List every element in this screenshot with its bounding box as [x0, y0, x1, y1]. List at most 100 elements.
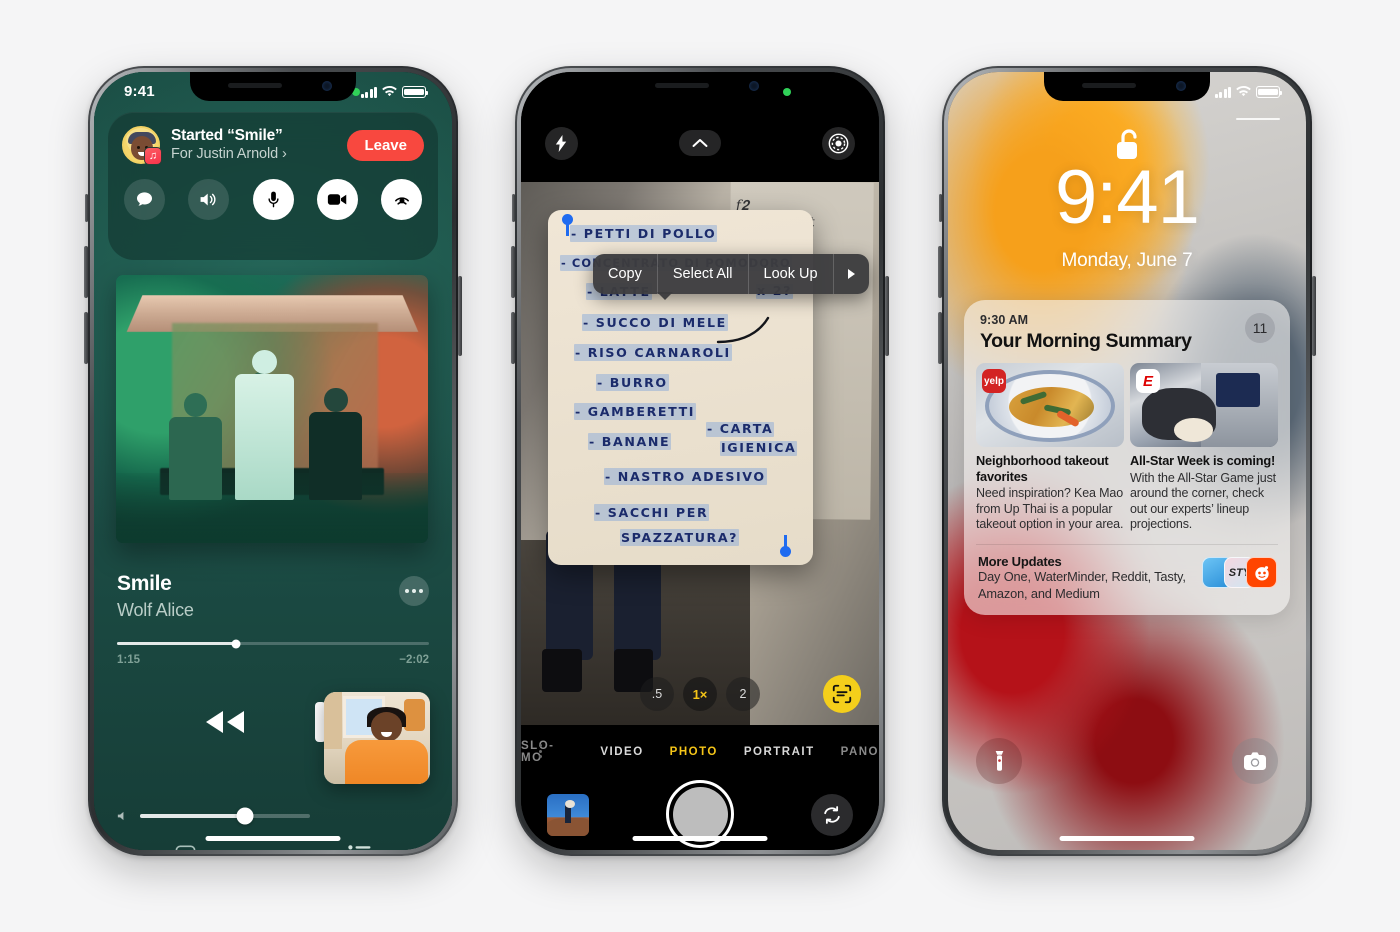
band-member-4: [309, 387, 363, 501]
camera-icon[interactable]: [1232, 738, 1278, 784]
airplay-icon[interactable]: [260, 842, 284, 850]
phone-music-shareplay: 9:41 ♫ Started “Smile” For Justin Arnold…: [84, 66, 462, 856]
shareplay-title: Started “Smile”: [171, 127, 283, 144]
text-context-menu: Copy Select All Look Up: [593, 254, 869, 294]
mute-switch[interactable]: [85, 194, 88, 222]
chevron-right-icon[interactable]: [834, 254, 869, 294]
scrubber-track[interactable]: [117, 639, 429, 648]
front-camera-3: [1176, 81, 1186, 91]
flip-camera-icon[interactable]: [811, 794, 853, 836]
photo-library-thumbnail[interactable]: [547, 794, 589, 836]
select-all-menu-item[interactable]: Select All: [658, 254, 749, 294]
mode-portrait[interactable]: PORTRAIT: [744, 746, 815, 758]
volume-down-button[interactable]: [84, 312, 88, 364]
status-indicators-3: [1214, 86, 1282, 98]
rewind-button[interactable]: [200, 707, 248, 742]
card-title: All-Star Week is coming!: [1130, 453, 1276, 468]
selection-handle-start[interactable]: [562, 214, 573, 236]
volume-slider[interactable]: [116, 807, 310, 825]
power-button-2[interactable]: [885, 276, 889, 356]
notch: [190, 72, 356, 101]
volume-track[interactable]: [140, 807, 310, 825]
home-indicator-3[interactable]: [1059, 836, 1195, 841]
cellular-signal-icon: [1214, 86, 1231, 98]
speaker-icon[interactable]: [188, 179, 230, 221]
context-menu-pointer: [657, 292, 673, 300]
mute-switch-3[interactable]: [939, 194, 942, 222]
phone3-screen: 9:41 Monday, June 7 9:30 AM Your Morning…: [948, 72, 1306, 850]
mode-video[interactable]: VIDEO: [600, 746, 643, 758]
note-line[interactable]: - BURRO: [596, 373, 669, 391]
scrubber-times: 1:15 −2:02: [117, 654, 429, 666]
album-artwork[interactable]: [116, 275, 428, 543]
notification-summary-card[interactable]: 9:30 AM Your Morning Summary 11 yelp Nei…: [964, 300, 1290, 616]
flash-icon[interactable]: [545, 126, 578, 160]
front-camera: [322, 81, 332, 91]
mute-switch-2[interactable]: [512, 194, 515, 222]
note-annotation[interactable]: - CARTA: [706, 421, 775, 437]
wifi-icon: [1236, 86, 1251, 97]
volume-up-button-2[interactable]: [511, 246, 515, 298]
playback-scrubber[interactable]: 1:15 −2:02: [117, 639, 429, 666]
note-line[interactable]: - RISO CARNAROLI: [574, 344, 732, 362]
modes-grip-icon: [539, 744, 542, 758]
copy-menu-item[interactable]: Copy: [593, 254, 658, 294]
card-body: Need inspiration? Kea Mao from Up Thai i…: [976, 486, 1124, 532]
note-line[interactable]: - NASTRO ADESIVO: [604, 467, 767, 485]
note-line[interactable]: SPAZZATURA?: [620, 528, 740, 546]
leave-button[interactable]: Leave: [347, 129, 424, 161]
more-updates-section[interactable]: More Updates Day One, WaterMinder, Reddi…: [964, 545, 1290, 615]
note-line[interactable]: - GAMBERETTI: [574, 403, 697, 421]
mode-slo-mo[interactable]: SLO-MO: [521, 740, 574, 764]
zoom-2x-button[interactable]: 2: [726, 677, 760, 711]
volume-fill: [140, 814, 246, 818]
volume-down-button-2[interactable]: [511, 312, 515, 364]
notch-2: [617, 72, 783, 101]
live-text-icon[interactable]: [823, 675, 861, 713]
note-line[interactable]: - SACCHI PER: [594, 504, 710, 522]
pip-person-hoodie: [345, 739, 428, 784]
summary-card-allstar[interactable]: E All-Star Week is coming! With the All-…: [1130, 363, 1278, 533]
flashlight-icon[interactable]: [976, 738, 1022, 784]
video-camera-icon[interactable]: [316, 179, 358, 221]
shareplay-icon[interactable]: [381, 179, 422, 221]
shareplay-subtitle[interactable]: For Justin Arnold ›: [171, 145, 336, 164]
live-photo-icon[interactable]: [822, 126, 855, 160]
shareplay-banner[interactable]: ♫ Started “Smile” For Justin Arnold › Le…: [108, 112, 438, 260]
volume-up-button-3[interactable]: [938, 246, 942, 298]
power-button[interactable]: [458, 276, 462, 356]
volume-up-button[interactable]: [84, 246, 88, 298]
messages-icon[interactable]: [124, 179, 165, 221]
note-annotation[interactable]: IGIENICA: [720, 440, 798, 456]
scrubber-knob[interactable]: [231, 639, 241, 648]
chevron-up-icon[interactable]: [679, 130, 721, 156]
home-indicator[interactable]: [205, 836, 341, 841]
look-up-menu-item[interactable]: Look Up: [749, 254, 834, 294]
patch-graphic: [1215, 373, 1261, 407]
selection-handle-end[interactable]: [780, 535, 791, 557]
note-line[interactable]: - SUCCO DI MELE: [582, 313, 728, 331]
mode-pano[interactable]: PANO: [841, 746, 879, 758]
note-line[interactable]: - PETTI DI POLLO: [570, 225, 718, 242]
facetime-pip[interactable]: [324, 692, 430, 784]
battery-icon: [402, 86, 428, 98]
mode-photo[interactable]: PHOTO: [670, 746, 718, 758]
volume-down-button-3[interactable]: [938, 312, 942, 364]
zoom-0_5x-button[interactable]: .5: [640, 677, 674, 711]
volume-knob[interactable]: [236, 807, 254, 825]
pip-curtain: [324, 692, 343, 750]
home-indicator-2[interactable]: [632, 836, 768, 841]
takeout-photo: yelp: [976, 363, 1124, 447]
notification-count-badge: 11: [1245, 313, 1275, 343]
power-button-3[interactable]: [1312, 276, 1316, 356]
queue-icon[interactable]: [348, 844, 372, 851]
note-line[interactable]: - BANANE: [588, 432, 672, 450]
summary-card-takeout[interactable]: yelp Neighborhood takeout favorites Need…: [976, 363, 1124, 533]
camera-top-controls: [521, 120, 879, 166]
phone-camera-live-text: 𝑓𝟐 don't ag b nyon 𝟐 .5 1× 2: [511, 66, 889, 856]
lyrics-icon[interactable]: [174, 843, 197, 850]
zoom-1x-button[interactable]: 1×: [683, 677, 717, 711]
lock-screen-time: 9:41: [1055, 155, 1200, 240]
more-options-icon[interactable]: [399, 576, 429, 606]
microphone-icon[interactable]: [252, 179, 294, 221]
